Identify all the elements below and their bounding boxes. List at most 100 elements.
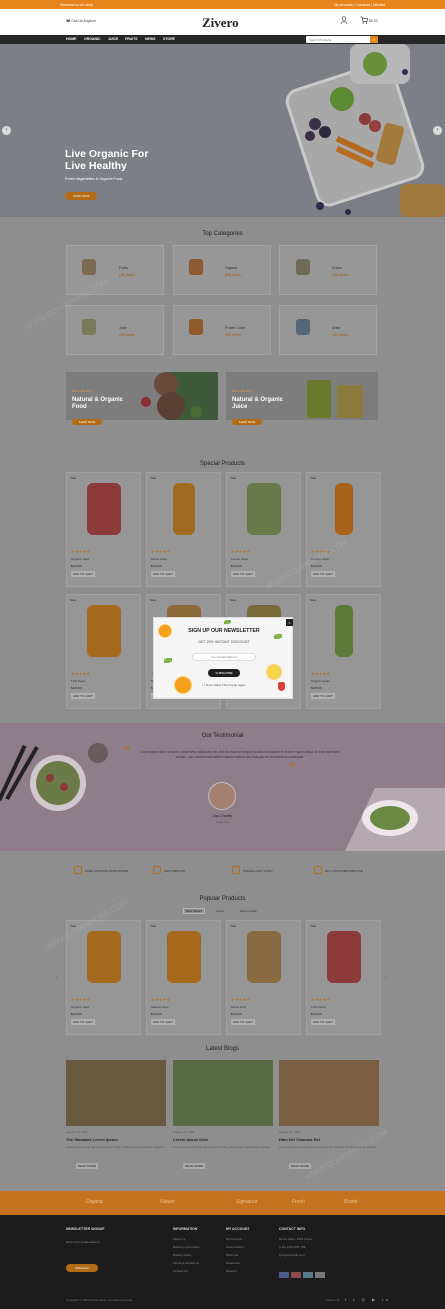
product-card[interactable]: Sale ★★★★★ Organic Juice $120.00 ADD TO … [66,472,141,587]
footer-link[interactable]: Terms & Conditions [173,1261,199,1265]
product-card[interactable]: Sale ★★★★★ Organic Juice $120.00 ADD TO … [66,920,141,1035]
read-more-button[interactable]: READ MORE [76,1163,98,1169]
cart-icon[interactable] [360,16,368,26]
search-input[interactable]: Search Products [306,36,378,43]
slider-next-icon[interactable]: › [433,126,442,135]
banner-shop-button[interactable]: SHOP NOW [72,419,102,425]
product-card[interactable]: Sale ★★★★★ Fruit Punch $130.00 ADD TO CA… [306,920,381,1035]
product-name[interactable]: Mixed Juice [151,557,167,561]
social-icons[interactable]: f t ◎ ▶ in [345,1297,391,1302]
footer-link[interactable]: About Us [173,1237,185,1241]
add-to-cart-button[interactable]: ADD TO CART [311,693,335,699]
product-card[interactable]: Sale ★★★★★ Natural Juice $140.00 ADD TO … [146,920,221,1035]
search-icon[interactable]: ⌕ [370,36,378,43]
product-card[interactable]: Sale ★★★★★ Fruit Puree $120.00 ADD TO CA… [66,594,141,709]
add-to-cart-button[interactable]: ADD TO CART [311,1019,335,1025]
footer-link[interactable]: Privacy Policy [173,1253,192,1257]
footer-link[interactable]: Delivery Information [173,1245,200,1249]
brand-logo[interactable]: Signature [236,1199,257,1205]
product-image [247,483,281,535]
add-to-cart-button[interactable]: ADD TO CART [71,1019,95,1025]
footer-link[interactable]: Order History [226,1245,244,1249]
brand-logo[interactable]: Brand [344,1199,357,1205]
add-to-cart-button[interactable]: ADD TO CART [231,571,255,577]
blog-title[interactable]: The Standard Lorem Ipsum [66,1137,118,1142]
footer-link[interactable]: Enter your email address [66,1240,99,1244]
product-name[interactable]: Organic Apple [311,679,330,683]
category-card[interactable] [279,245,377,295]
dont-show-checkbox[interactable]: ☐ Don't Show This Popup Again [194,683,254,687]
product-name[interactable]: Mixed Fruit [231,1005,246,1009]
rating-stars: ★★★★★ [151,997,171,1002]
popular-next-icon[interactable]: › [385,975,387,981]
footer-link[interactable]: My Account [226,1237,242,1241]
product-name[interactable]: Fruit Punch [311,1005,326,1009]
product-name[interactable]: Organic Juice [71,557,89,561]
banner-juice-image [307,380,363,418]
brand-logo[interactable]: Nature [160,1199,175,1205]
read-more-button[interactable]: READ MORE [289,1163,311,1169]
banner-shop-button[interactable]: SHOP NOW [232,419,262,425]
category-card[interactable] [279,305,377,355]
blog-title[interactable]: Ham Nel Vivamus Est [279,1137,320,1142]
promo-banner-juice[interactable] [226,372,378,420]
product-image [167,931,201,983]
brand-logo[interactable]: Organic [86,1199,104,1205]
add-to-cart-button[interactable]: ADD TO CART [311,571,335,577]
footer-subscribe-button[interactable]: Subscribe [66,1264,98,1272]
footer-link[interactable]: Contact Us [173,1269,188,1273]
hero-shop-button[interactable]: SHOP NOW [65,192,97,200]
tab-new-arrivals[interactable]: New Arrivals [240,909,257,913]
product-name[interactable]: Organic Juice [71,1005,89,1009]
add-to-cart-button[interactable]: ADD TO CART [151,571,175,577]
blog-meta: August 10, 2021 [173,1130,195,1134]
cart-total[interactable]: $0.00 [369,19,378,23]
add-to-cart-button[interactable]: ADD TO CART [71,571,95,577]
footer-link[interactable]: Returns [226,1269,237,1273]
product-card[interactable]: Sale ★★★★★ Orange Juice $130.00 ADD TO C… [306,472,381,587]
product-card[interactable]: Sale ★★★★★ Mixed Juice $140.00 ADD TO CA… [146,472,221,587]
tab-best-sellers[interactable]: Best Sellers [183,908,205,914]
footer-link: Demo Store, 1234 Street [279,1237,313,1241]
product-name[interactable]: Natural Juice [151,1005,169,1009]
footer-link[interactable]: Wish List [226,1253,238,1257]
subscribe-button[interactable]: SUBSCRIBE [208,669,240,677]
promo-banner-food[interactable] [66,372,218,420]
nav-news[interactable]: NEWS [145,37,156,41]
add-to-cart-button[interactable]: ADD TO CART [231,1019,255,1025]
blog-image[interactable] [66,1060,166,1126]
category-card[interactable] [173,245,271,295]
nav-fruits[interactable]: FRUITS [125,37,138,41]
nav-organic[interactable]: ORGANIC [84,37,101,41]
nav-juice[interactable]: JUICE [108,37,118,41]
category-card[interactable] [66,245,164,295]
tab-latest[interactable]: Latest [216,909,224,913]
category-card[interactable] [66,305,164,355]
account-links[interactable]: My Account | Checkout | Wishlist [334,3,385,7]
product-card[interactable]: Sale ★★★★★ Organic Apple $125.00 ADD TO … [306,594,381,709]
footer-link[interactable]: Newsletter [226,1261,240,1265]
user-icon[interactable] [340,16,348,26]
product-card[interactable]: Sale ★★★★★ Mixed Fruit $160.00 ADD TO CA… [226,920,301,1035]
category-card[interactable] [173,305,271,355]
slider-prev-icon[interactable]: ‹ [2,126,11,135]
add-to-cart-button[interactable]: ADD TO CART [151,1019,175,1025]
banner-food-image [141,372,218,420]
footer-link[interactable]: info@example.com [279,1253,305,1257]
mastercard-icon [291,1272,301,1278]
email-field[interactable]: Your Email Address [192,653,256,661]
nav-home[interactable]: HOME [66,37,77,41]
blog-image[interactable] [279,1060,379,1126]
product-name[interactable]: Lemon Juice [231,557,248,561]
product-name[interactable]: Fruit Puree [71,679,86,683]
popular-prev-icon[interactable]: ‹ [56,975,58,981]
read-more-button[interactable]: READ MORE [183,1163,205,1169]
blog-excerpt: Lorem ipsum is simply dummy text of the … [173,1145,272,1149]
logo[interactable]: Zivero [202,15,239,31]
blog-image[interactable] [173,1060,273,1126]
brand-logo[interactable]: Fresh [292,1199,305,1205]
blog-title[interactable]: Lorem Ipsum Dolo [173,1137,208,1142]
nav-store[interactable]: STORE [163,37,175,41]
close-icon[interactable]: × [286,619,293,626]
add-to-cart-button[interactable]: ADD TO CART [71,693,95,699]
